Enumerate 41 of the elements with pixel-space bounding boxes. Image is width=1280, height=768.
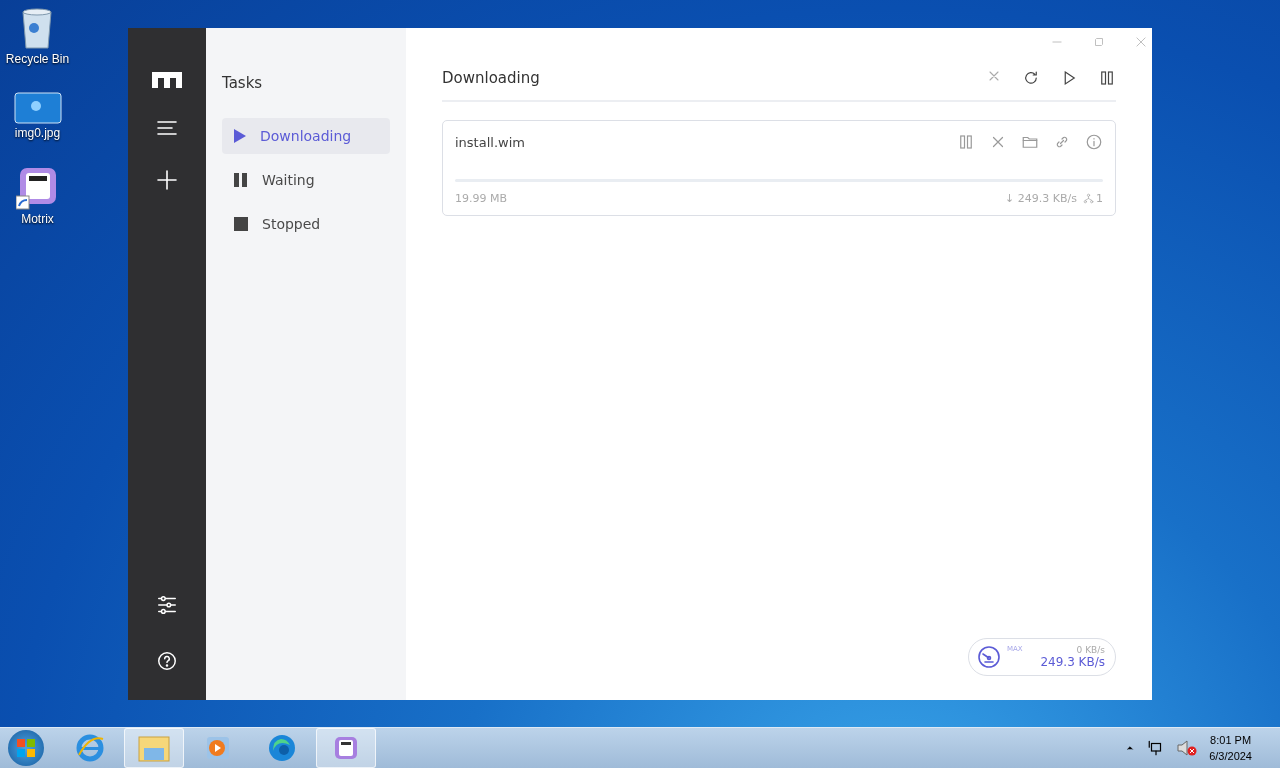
refresh-icon[interactable] <box>1022 69 1040 87</box>
sidebar-item[interactable]: Waiting <box>222 162 390 198</box>
browser-e-icon[interactable] <box>75 733 105 763</box>
media-player-icon[interactable] <box>205 735 231 761</box>
muted-speaker-icon[interactable] <box>1177 739 1198 757</box>
download-speed: 249.3 KB/s <box>1039 655 1105 669</box>
clock-date[interactable]: 6/3/2024 <box>1209 748 1252 764</box>
desktop-icon-label[interactable]: Recycle Bin <box>5 52 70 66</box>
task-name: install.wim <box>455 134 526 150</box>
clock-time[interactable]: 8:01 PM <box>1210 732 1252 748</box>
upload-speed: 0 KB/s <box>1076 645 1105 655</box>
close-icon[interactable] <box>1134 35 1148 49</box>
sidebar-title: Tasks <box>222 74 264 92</box>
plus-icon[interactable] <box>155 168 179 192</box>
download-speed: ↓ 249.3 KB/s <box>1005 192 1077 205</box>
start-button[interactable] <box>8 730 44 766</box>
chevron-up-icon[interactable] <box>1125 743 1136 753</box>
app-icon[interactable] <box>334 736 358 760</box>
help-icon[interactable] <box>156 650 178 672</box>
file-size: 19.99 MB <box>455 192 509 205</box>
task-card[interactable]: install.wim 19.99 MB ↓ 249.3 KB/s 1 <box>442 120 1116 216</box>
connections-icon <box>1083 193 1094 204</box>
taskbar-button[interactable] <box>124 728 184 768</box>
sidebar-item[interactable]: Stopped <box>222 206 390 242</box>
pause-icon[interactable] <box>1098 69 1116 87</box>
connection-count: 1 <box>1096 192 1103 205</box>
logo-icon <box>152 72 182 88</box>
header-title: Downloading <box>442 69 541 87</box>
info-icon[interactable] <box>1085 133 1103 151</box>
pause-icon <box>234 173 248 187</box>
windows-logo-icon <box>17 739 35 757</box>
browser-wave-icon[interactable] <box>267 733 297 763</box>
stop-icon <box>234 217 248 231</box>
sidebar-item[interactable]: Downloading <box>222 118 390 154</box>
gauge-icon <box>977 645 1001 669</box>
desktop-icon-label[interactable]: img0.jpg <box>14 126 61 140</box>
image-file-icon[interactable] <box>13 92 62 124</box>
desktop-icon-label[interactable]: Motrix <box>21 212 54 226</box>
maximize-icon[interactable] <box>1092 35 1106 49</box>
sliders-icon[interactable] <box>156 594 178 616</box>
play-icon <box>234 129 246 143</box>
